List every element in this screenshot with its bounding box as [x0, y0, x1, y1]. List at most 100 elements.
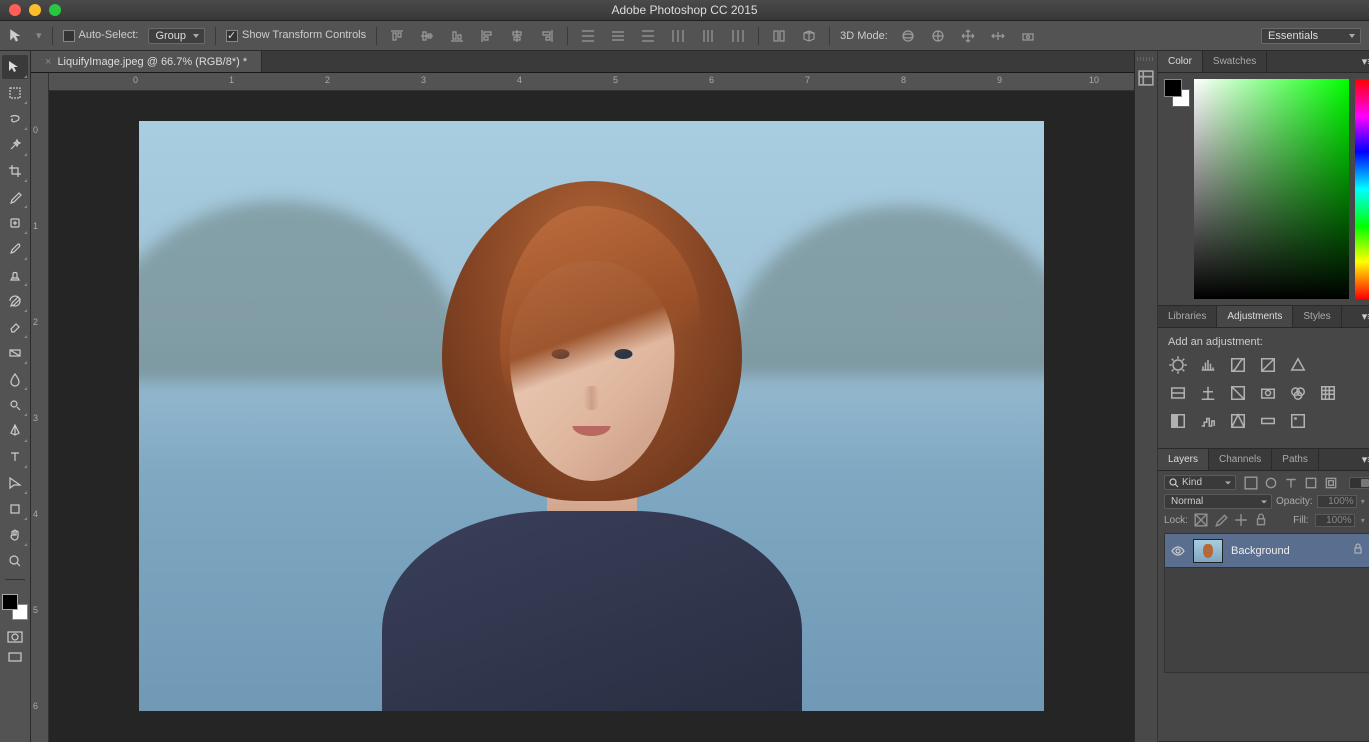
- align-left-edges-icon[interactable]: [477, 26, 497, 46]
- layers-panel-menu-icon[interactable]: ▾≡: [1359, 449, 1369, 470]
- levels-icon[interactable]: [1198, 356, 1218, 374]
- move-tool[interactable]: [2, 55, 28, 79]
- layer-thumbnail[interactable]: [1193, 539, 1223, 563]
- color-balance-icon[interactable]: [1198, 384, 1218, 402]
- filter-smart-icon[interactable]: [1324, 476, 1338, 490]
- gradient-map-icon[interactable]: [1258, 412, 1278, 430]
- marquee-tool[interactable]: [2, 81, 28, 105]
- gradient-tool[interactable]: [2, 341, 28, 365]
- tab-swatches[interactable]: Swatches: [1203, 51, 1267, 72]
- horizontal-ruler[interactable]: 0 1 2 3 4 5 6 7 8 9 10: [49, 73, 1134, 91]
- lock-all-icon[interactable]: [1254, 513, 1268, 527]
- layer-item[interactable]: Background: [1165, 534, 1369, 568]
- tab-color[interactable]: Color: [1158, 51, 1203, 72]
- adjustments-panel-menu-icon[interactable]: ▾≡: [1359, 306, 1369, 327]
- clone-stamp-tool[interactable]: [2, 263, 28, 287]
- layer-visibility-icon[interactable]: [1171, 544, 1185, 558]
- foreground-background-colors[interactable]: [2, 594, 28, 620]
- align-top-edges-icon[interactable]: [387, 26, 407, 46]
- quick-mask-icon[interactable]: [4, 628, 26, 646]
- document-tab[interactable]: × LiquifyImage.jpeg @ 66.7% (RGB/8*) *: [31, 51, 262, 72]
- distribute-left-icon[interactable]: [668, 26, 688, 46]
- hand-tool[interactable]: [2, 523, 28, 547]
- threshold-icon[interactable]: [1228, 412, 1248, 430]
- align-bottom-edges-icon[interactable]: [447, 26, 467, 46]
- curves-icon[interactable]: [1228, 356, 1248, 374]
- filter-adjustment-icon[interactable]: [1264, 476, 1278, 490]
- distribute-hcenter-icon[interactable]: [698, 26, 718, 46]
- lock-position-icon[interactable]: [1234, 513, 1248, 527]
- zoom-tool[interactable]: [2, 549, 28, 573]
- toggle-3d-icon[interactable]: [799, 26, 819, 46]
- distribute-right-icon[interactable]: [728, 26, 748, 46]
- roll-3d-icon[interactable]: [928, 26, 948, 46]
- workspace-name[interactable]: Essentials: [1261, 28, 1361, 44]
- filter-type-icon[interactable]: [1284, 476, 1298, 490]
- color-lookup-icon[interactable]: [1318, 384, 1338, 402]
- distribute-bottom-icon[interactable]: [638, 26, 658, 46]
- canvas-image[interactable]: [139, 121, 1044, 711]
- filter-pixel-icon[interactable]: [1244, 476, 1258, 490]
- align-vertical-centers-icon[interactable]: [417, 26, 437, 46]
- distribute-top-icon[interactable]: [578, 26, 598, 46]
- magic-wand-tool[interactable]: [2, 133, 28, 157]
- blend-mode-dropdown[interactable]: Normal: [1164, 494, 1272, 509]
- layer-name[interactable]: Background: [1231, 545, 1290, 557]
- align-right-edges-icon[interactable]: [537, 26, 557, 46]
- lock-transparency-icon[interactable]: [1194, 513, 1208, 527]
- lasso-tool[interactable]: [2, 107, 28, 131]
- channel-mixer-icon[interactable]: [1288, 384, 1308, 402]
- lock-pixels-icon[interactable]: [1214, 513, 1228, 527]
- photo-filter-icon[interactable]: [1258, 384, 1278, 402]
- auto-select-checkbox[interactable]: Auto-Select:: [63, 29, 139, 41]
- slide-3d-icon[interactable]: [988, 26, 1008, 46]
- exposure-icon[interactable]: [1258, 356, 1278, 374]
- hue-saturation-icon[interactable]: [1168, 384, 1188, 402]
- shape-tool[interactable]: [2, 497, 28, 521]
- scale-3d-icon[interactable]: [1018, 26, 1038, 46]
- fill-value[interactable]: 100%: [1315, 514, 1355, 527]
- tab-styles[interactable]: Styles: [1293, 306, 1341, 327]
- orbit-3d-icon[interactable]: [898, 26, 918, 46]
- tab-channels[interactable]: Channels: [1209, 449, 1272, 470]
- brightness-contrast-icon[interactable]: [1168, 356, 1188, 374]
- type-tool[interactable]: [2, 445, 28, 469]
- canvas-viewport[interactable]: 0 1 2 3 4 5 6 0 1 2 3 4 5 6 7 8 9 10: [31, 73, 1134, 742]
- history-panel-icon[interactable]: [1135, 67, 1157, 89]
- layer-filter-kind-dropdown[interactable]: Kind: [1164, 475, 1236, 490]
- workspace-switcher[interactable]: Essentials: [1261, 28, 1361, 44]
- healing-brush-tool[interactable]: [2, 211, 28, 235]
- layer-filter-toggle[interactable]: [1349, 477, 1369, 489]
- vertical-ruler[interactable]: 0 1 2 3 4 5 6: [31, 73, 49, 742]
- pen-tool[interactable]: [2, 419, 28, 443]
- path-selection-tool[interactable]: [2, 471, 28, 495]
- opacity-value[interactable]: 100%: [1317, 495, 1357, 508]
- invert-icon[interactable]: [1168, 412, 1188, 430]
- foreground-color[interactable]: [2, 594, 18, 610]
- move-tool-icon[interactable]: [8, 27, 26, 45]
- minimize-window-button[interactable]: [29, 4, 41, 16]
- close-window-button[interactable]: [9, 4, 21, 16]
- distribute-vcenter-icon[interactable]: [608, 26, 628, 46]
- selective-color-icon[interactable]: [1288, 412, 1308, 430]
- pan-3d-icon[interactable]: [958, 26, 978, 46]
- dodge-tool[interactable]: [2, 393, 28, 417]
- tab-layers[interactable]: Layers: [1158, 449, 1209, 470]
- blur-tool[interactable]: [2, 367, 28, 391]
- vibrance-icon[interactable]: [1288, 356, 1308, 374]
- show-transform-checkbox[interactable]: Show Transform Controls: [226, 29, 366, 41]
- layer-target-dropdown[interactable]: Group: [148, 28, 205, 44]
- hue-slider[interactable]: [1355, 79, 1369, 299]
- maximize-window-button[interactable]: [49, 4, 61, 16]
- history-brush-tool[interactable]: [2, 289, 28, 313]
- posterize-icon[interactable]: [1198, 412, 1218, 430]
- color-field[interactable]: [1194, 79, 1349, 299]
- screen-mode-icon[interactable]: [4, 648, 26, 666]
- eyedropper-tool[interactable]: [2, 185, 28, 209]
- color-panel-swatches[interactable]: [1164, 79, 1188, 299]
- color-panel-menu-icon[interactable]: ▾≡: [1359, 51, 1369, 72]
- align-horizontal-centers-icon[interactable]: [507, 26, 527, 46]
- crop-tool[interactable]: [2, 159, 28, 183]
- filter-shape-icon[interactable]: [1304, 476, 1318, 490]
- tab-paths[interactable]: Paths: [1272, 449, 1319, 470]
